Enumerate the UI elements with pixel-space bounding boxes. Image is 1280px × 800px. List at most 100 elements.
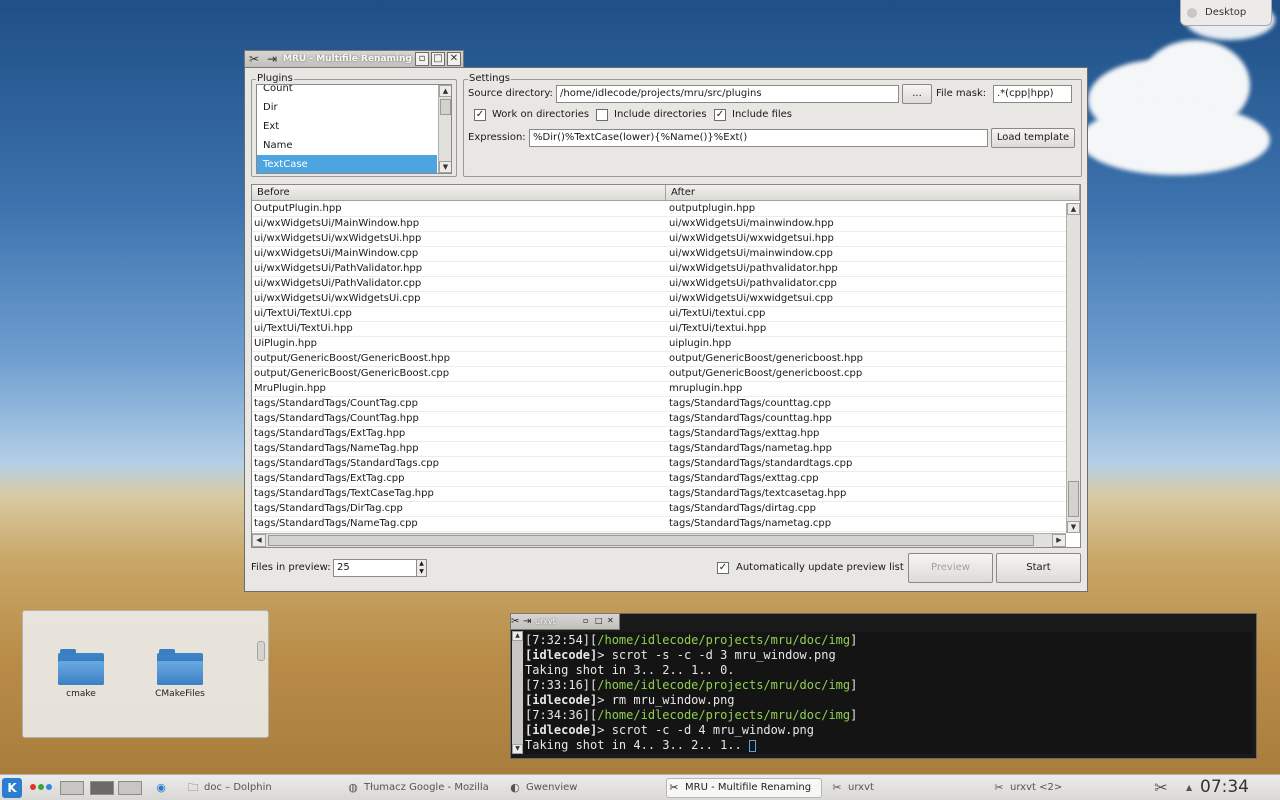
source-dir-input[interactable]: /home/idlecode/projects/mru/src/plugins [556, 85, 899, 103]
column-header-before[interactable]: Before [252, 185, 666, 201]
table-row[interactable]: MruPlugin.hpp mruplugin.hpp [252, 382, 1067, 397]
cell-before: ui/wxWidgetsUi/wxWidgetsUi.hpp [254, 233, 422, 244]
close-button[interactable]: ✕ [447, 52, 461, 66]
plugin-item-name[interactable]: Name [257, 136, 437, 155]
output-text: Taking shot in 4.. 3.. 2.. 1.. [525, 738, 749, 752]
plugin-item-textcase[interactable]: TextCase [257, 155, 437, 173]
files-in-preview-spinbox[interactable]: 25 ▲ ▼ [333, 559, 427, 577]
plugin-item-dir[interactable]: Dir [257, 98, 437, 117]
scroll-thumb[interactable] [1068, 481, 1079, 517]
cell-after: tags/StandardTags/counttag.hpp [669, 413, 832, 424]
scroll-right-icon[interactable]: ▶ [1052, 534, 1066, 547]
terminal-titlebar[interactable]: ✂ ⇥ urxvt ▫ □ ✕ [510, 613, 620, 630]
table-row[interactable]: tags/StandardTags/TextCaseTag.hpp tags/St… [252, 487, 1067, 502]
include-dirs-checkbox[interactable] [596, 109, 608, 121]
scissors-icon[interactable]: ✂ [1154, 778, 1176, 798]
taskbar-item[interactable]: 🗀 doc – Dolphin [186, 778, 336, 798]
terminal-line: [7:34:36][/home/idlecode/projects/mru/do… [525, 708, 1253, 723]
scroll-left-icon[interactable]: ◀ [252, 534, 266, 547]
plugin-item-ext[interactable]: Ext [257, 117, 437, 136]
scroll-up-icon[interactable]: ▲ [1067, 203, 1080, 215]
load-template-button[interactable]: Load template [991, 128, 1075, 148]
folder-cmakefiles[interactable]: CMakeFiles [150, 649, 210, 699]
table-row[interactable]: tags/StandardTags/NameTag.cpp tags/Standa… [252, 517, 1067, 532]
h-scroll-thumb[interactable] [268, 535, 1034, 546]
prompt-time: [7:32:54][ [525, 633, 598, 647]
kde-menu-icon[interactable]: K [2, 778, 22, 798]
minimize-button[interactable]: ▫ [583, 616, 595, 628]
column-header-after[interactable]: After [666, 185, 1080, 201]
activities-icon[interactable] [30, 784, 52, 790]
preview-table[interactable]: Before After OutputPlugin.hpp outputplugi… [251, 184, 1081, 548]
table-row[interactable]: tags/StandardTags/CountTag.cpp tags/Stand… [252, 397, 1067, 412]
pager-desktop-3[interactable] [118, 781, 142, 795]
taskbar-item[interactable]: ◍ Tłumacz Google - Mozilla [346, 778, 496, 798]
show-desktop-icon[interactable]: ◉ [154, 778, 174, 798]
scroll-down-icon[interactable]: ▼ [1067, 521, 1080, 533]
table-row[interactable]: tags/StandardTags/NameTag.hpp tags/Standa… [252, 442, 1067, 457]
terminal-output[interactable]: [7:32:54][/home/idlecode/projects/mru/do… [523, 632, 1253, 754]
table-row[interactable]: ui/wxWidgetsUi/MainWindow.hpp ui/wxWidget… [252, 217, 1067, 232]
maximize-button[interactable]: □ [595, 616, 607, 628]
taskbar-item[interactable]: ✂ urxvt [830, 778, 980, 798]
table-row[interactable]: ui/TextUi/TextUi.cpp ui/TextUi/textui.cpp [252, 307, 1067, 322]
folder-icon [58, 649, 104, 685]
pin-icon[interactable]: ⇥ [265, 52, 279, 66]
minimize-button[interactable]: ▫ [415, 52, 429, 66]
auto-update-checkbox[interactable]: ✓ [717, 562, 729, 574]
cell-before: tags/StandardTags/TextCaseTag.hpp [254, 488, 434, 499]
table-row[interactable]: UiPlugin.hpp uiplugin.hpp [252, 337, 1067, 352]
folder-cmake[interactable]: cmake [51, 649, 111, 699]
include-files-checkbox[interactable]: ✓ [714, 109, 726, 121]
table-vscrollbar[interactable]: ▲ ▼ [1066, 203, 1080, 533]
preview-button[interactable]: Preview [908, 553, 993, 583]
maximize-button[interactable]: □ [431, 52, 445, 66]
spin-arrows-icon[interactable]: ▲ ▼ [416, 560, 426, 576]
taskbar-item[interactable]: ✂ MRU - Multifile Renaming [666, 778, 822, 798]
pin-icon[interactable]: ⇥ [523, 616, 535, 627]
start-button[interactable]: Start [996, 553, 1081, 583]
table-row[interactable]: ui/wxWidgetsUi/wxWidgetsUi.hpp ui/wxWidge… [252, 232, 1067, 247]
pager-desktop-2[interactable] [90, 781, 114, 795]
tray-arrow-icon[interactable]: ▲ [1186, 778, 1196, 798]
taskbar-item[interactable]: ✂ urxvt <2> [992, 778, 1142, 798]
expression-input[interactable]: %Dir()%TextCase(lower){%Name()}%Ext() [529, 129, 988, 147]
terminal-scrollbar[interactable]: ▲ ▼ [512, 631, 523, 754]
taskbar-item[interactable]: ◐ Gwenview [508, 778, 658, 798]
table-row[interactable]: ui/TextUi/TextUi.hpp ui/TextUi/textui.hpp [252, 322, 1067, 337]
scroll-up-icon[interactable]: ▲ [512, 631, 523, 641]
scroll-down-icon[interactable]: ▼ [512, 744, 523, 754]
scroll-down-icon[interactable]: ▼ [439, 161, 451, 173]
panel-scroll-handle[interactable] [257, 641, 265, 661]
table-row[interactable]: tags/StandardTags/DirTag.cpp tags/Standar… [252, 502, 1067, 517]
plugins-scrollbar[interactable]: ▲ ▼ [438, 85, 451, 173]
scroll-thumb[interactable] [440, 99, 451, 115]
table-row[interactable]: ui/wxWidgetsUi/PathValidator.cpp ui/wxWid… [252, 277, 1067, 292]
browse-button[interactable]: ... [902, 84, 932, 104]
table-row[interactable]: output/GenericBoost/GenericBoost.hpp outp… [252, 352, 1067, 367]
table-row[interactable]: ui/wxWidgetsUi/wxWidgetsUi.cpp ui/wxWidge… [252, 292, 1067, 307]
table-row[interactable]: ui/wxWidgetsUi/PathValidator.hpp ui/wxWid… [252, 262, 1067, 277]
cell-after: uiplugin.hpp [669, 338, 732, 349]
table-row[interactable]: tags/StandardTags/StandardTags.cpp tags/S… [252, 457, 1067, 472]
clock[interactable]: 07:34 [1200, 777, 1249, 797]
mru-titlebar[interactable]: ✂ ⇥ MRU - Multifile Renaming Utility ▫ □… [244, 50, 464, 68]
plugin-item-count[interactable]: Count [257, 85, 437, 98]
pager-desktop-1[interactable] [60, 781, 84, 795]
plugins-list[interactable]: Count Dir Ext Name TextCase ▲ ▼ [256, 84, 452, 174]
table-hscrollbar[interactable]: ◀ ▶ [252, 533, 1066, 547]
scroll-up-icon[interactable]: ▲ [439, 85, 451, 97]
include-dirs-label: Include directories [614, 109, 707, 120]
table-row[interactable]: tags/StandardTags/CountTag.hpp tags/Stand… [252, 412, 1067, 427]
folder-view-panel: cmake CMakeFiles [22, 610, 269, 738]
table-row[interactable]: output/GenericBoost/GenericBoost.cpp outp… [252, 367, 1067, 382]
table-row[interactable]: OutputPlugin.hpp outputplugin.hpp [252, 202, 1067, 217]
work-on-dirs-checkbox[interactable]: ✓ [474, 109, 486, 121]
table-row[interactable]: tags/StandardTags/ExtTag.cpp tags/Standar… [252, 472, 1067, 487]
table-row[interactable]: tags/StandardTags/ExtTag.hpp tags/Standar… [252, 427, 1067, 442]
desktop-button[interactable]: Desktop [1180, 0, 1272, 26]
close-button[interactable]: ✕ [607, 616, 619, 628]
table-row[interactable]: ui/wxWidgetsUi/MainWindow.cpp ui/wxWidget… [252, 247, 1067, 262]
file-mask-input[interactable]: .*(cpp|hpp) [993, 85, 1072, 103]
terminal-line: [idlecode]> rm mru_window.png [525, 693, 1253, 708]
